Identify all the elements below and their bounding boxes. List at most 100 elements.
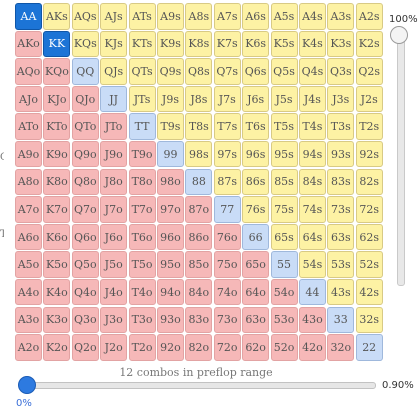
hand-cell-q3s[interactable]: Q3s — [327, 58, 355, 85]
hand-cell-75o[interactable]: 75o — [213, 251, 241, 278]
hand-cell-95o[interactable]: 95o — [156, 251, 184, 278]
hand-cell-t3o[interactable]: T3o — [128, 306, 156, 334]
hand-cell-k9s[interactable]: K9s — [156, 30, 184, 58]
hand-cell-77[interactable]: 77 — [213, 196, 241, 223]
hand-cell-55[interactable]: 55 — [270, 251, 298, 278]
hand-cell-k8o[interactable]: K8o — [43, 168, 71, 196]
hand-cell-kjo[interactable]: KJo — [43, 85, 71, 113]
hand-cell-a4o[interactable]: A4o — [15, 278, 42, 306]
hand-cell-t7o[interactable]: T7o — [128, 196, 156, 223]
hand-cell-q7s[interactable]: Q7s — [213, 58, 241, 85]
hand-cell-98s[interactable]: 98s — [185, 140, 213, 168]
hand-cell-qjs[interactable]: QJs — [100, 58, 128, 85]
hand-cell-q2s[interactable]: Q2s — [355, 58, 383, 85]
hand-cell-86o[interactable]: 86o — [185, 223, 213, 251]
hand-cell-64s[interactable]: 64s — [298, 223, 326, 251]
hand-cell-t5o[interactable]: T5o — [128, 251, 156, 278]
hand-cell-t6s[interactable]: T6s — [242, 113, 270, 140]
hand-cell-j4o[interactable]: J4o — [100, 278, 128, 306]
hand-cell-a6o[interactable]: A6o — [15, 223, 42, 251]
hand-cell-63o[interactable]: 63o — [242, 306, 270, 334]
hand-cell-94o[interactable]: 94o — [156, 278, 184, 306]
hand-cell-54o[interactable]: 54o — [270, 278, 298, 306]
hand-cell-54s[interactable]: 54s — [298, 251, 326, 278]
hand-cell-q7o[interactable]: Q7o — [71, 196, 99, 223]
hand-cell-44[interactable]: 44 — [298, 278, 326, 306]
hand-cell-a7o[interactable]: A7o — [15, 196, 42, 223]
hand-cell-87s[interactable]: 87s — [213, 168, 241, 196]
hand-cell-k2o[interactable]: K2o — [43, 334, 71, 361]
hand-cell-k7o[interactable]: K7o — [43, 196, 71, 223]
hand-cell-k6s[interactable]: K6s — [242, 30, 270, 58]
hand-cell-q4s[interactable]: Q4s — [298, 58, 326, 85]
hand-cell-j2o[interactable]: J2o — [100, 334, 128, 361]
hand-cell-76s[interactable]: 76s — [242, 196, 270, 223]
hand-cell-k5o[interactable]: K5o — [43, 251, 71, 278]
hand-cell-43o[interactable]: 43o — [298, 306, 326, 334]
range-slider-track[interactable] — [24, 382, 376, 389]
hand-cell-q9s[interactable]: Q9s — [156, 58, 184, 85]
hand-cell-q4o[interactable]: Q4o — [71, 278, 99, 306]
hand-cell-66[interactable]: 66 — [242, 223, 270, 251]
hand-cell-j5o[interactable]: J5o — [100, 251, 128, 278]
hand-cell-t4s[interactable]: T4s — [298, 113, 326, 140]
hand-cell-86s[interactable]: 86s — [242, 168, 270, 196]
hand-cell-52o[interactable]: 52o — [270, 334, 298, 361]
hand-cell-aks[interactable]: AKs — [43, 3, 71, 30]
hand-cell-ako[interactable]: AKo — [15, 30, 42, 58]
hand-cell-k7s[interactable]: K7s — [213, 30, 241, 58]
hand-cell-85o[interactable]: 85o — [185, 251, 213, 278]
hand-cell-62o[interactable]: 62o — [242, 334, 270, 361]
hand-cell-aqs[interactable]: AQs — [71, 3, 99, 30]
hand-cell-22[interactable]: 22 — [355, 334, 383, 361]
hand-cell-a8o[interactable]: A8o — [15, 168, 42, 196]
hand-cell-t2s[interactable]: T2s — [355, 113, 383, 140]
hand-cell-q5o[interactable]: Q5o — [71, 251, 99, 278]
hand-cell-84o[interactable]: 84o — [185, 278, 213, 306]
hand-cell-t7s[interactable]: T7s — [213, 113, 241, 140]
hand-cell-96o[interactable]: 96o — [156, 223, 184, 251]
hand-cell-a7s[interactable]: A7s — [213, 3, 241, 30]
hand-cell-ats[interactable]: ATs — [128, 3, 156, 30]
hand-cell-jts[interactable]: JTs — [128, 85, 156, 113]
hand-cell-k9o[interactable]: K9o — [43, 140, 71, 168]
hand-cell-q2o[interactable]: Q2o — [71, 334, 99, 361]
hand-cell-j9s[interactable]: J9s — [156, 85, 184, 113]
hand-cell-t5s[interactable]: T5s — [270, 113, 298, 140]
hand-cell-99[interactable]: 99 — [156, 140, 184, 168]
hand-cell-76o[interactable]: 76o — [213, 223, 241, 251]
hand-cell-j8o[interactable]: J8o — [100, 168, 128, 196]
hand-cell-j6o[interactable]: J6o — [100, 223, 128, 251]
hand-cell-k4s[interactable]: K4s — [298, 30, 326, 58]
hand-cell-j3s[interactable]: J3s — [327, 85, 355, 113]
hand-cell-k8s[interactable]: K8s — [185, 30, 213, 58]
hand-cell-j4s[interactable]: J4s — [298, 85, 326, 113]
hand-cell-a9o[interactable]: A9o — [15, 140, 42, 168]
hand-cell-kqs[interactable]: KQs — [71, 30, 99, 58]
hand-cell-t4o[interactable]: T4o — [128, 278, 156, 306]
hand-cell-53o[interactable]: 53o — [270, 306, 298, 334]
hand-cell-q6s[interactable]: Q6s — [242, 58, 270, 85]
hand-cell-74s[interactable]: 74s — [298, 196, 326, 223]
hand-cell-q3o[interactable]: Q3o — [71, 306, 99, 334]
hand-cell-q5s[interactable]: Q5s — [270, 58, 298, 85]
hand-cell-qts[interactable]: QTs — [128, 58, 156, 85]
hand-cell-a5s[interactable]: A5s — [270, 3, 298, 30]
hand-cell-62s[interactable]: 62s — [355, 223, 383, 251]
hand-cell-q8o[interactable]: Q8o — [71, 168, 99, 196]
hand-cell-82s[interactable]: 82s — [355, 168, 383, 196]
hand-cell-a8s[interactable]: A8s — [185, 3, 213, 30]
hand-cell-82o[interactable]: 82o — [185, 334, 213, 361]
hand-cell-kqo[interactable]: KQo — [43, 58, 71, 85]
hand-cell-j8s[interactable]: J8s — [185, 85, 213, 113]
hand-cell-53s[interactable]: 53s — [327, 251, 355, 278]
vertical-slider-track[interactable] — [397, 32, 405, 286]
hand-cell-65o[interactable]: 65o — [242, 251, 270, 278]
hand-cell-42o[interactable]: 42o — [298, 334, 326, 361]
hand-cell-a3o[interactable]: A3o — [15, 306, 42, 334]
hand-cell-j5s[interactable]: J5s — [270, 85, 298, 113]
hand-cell-97s[interactable]: 97s — [213, 140, 241, 168]
hand-cell-t8o[interactable]: T8o — [128, 168, 156, 196]
hand-cell-85s[interactable]: 85s — [270, 168, 298, 196]
hand-cell-a4s[interactable]: A4s — [298, 3, 326, 30]
